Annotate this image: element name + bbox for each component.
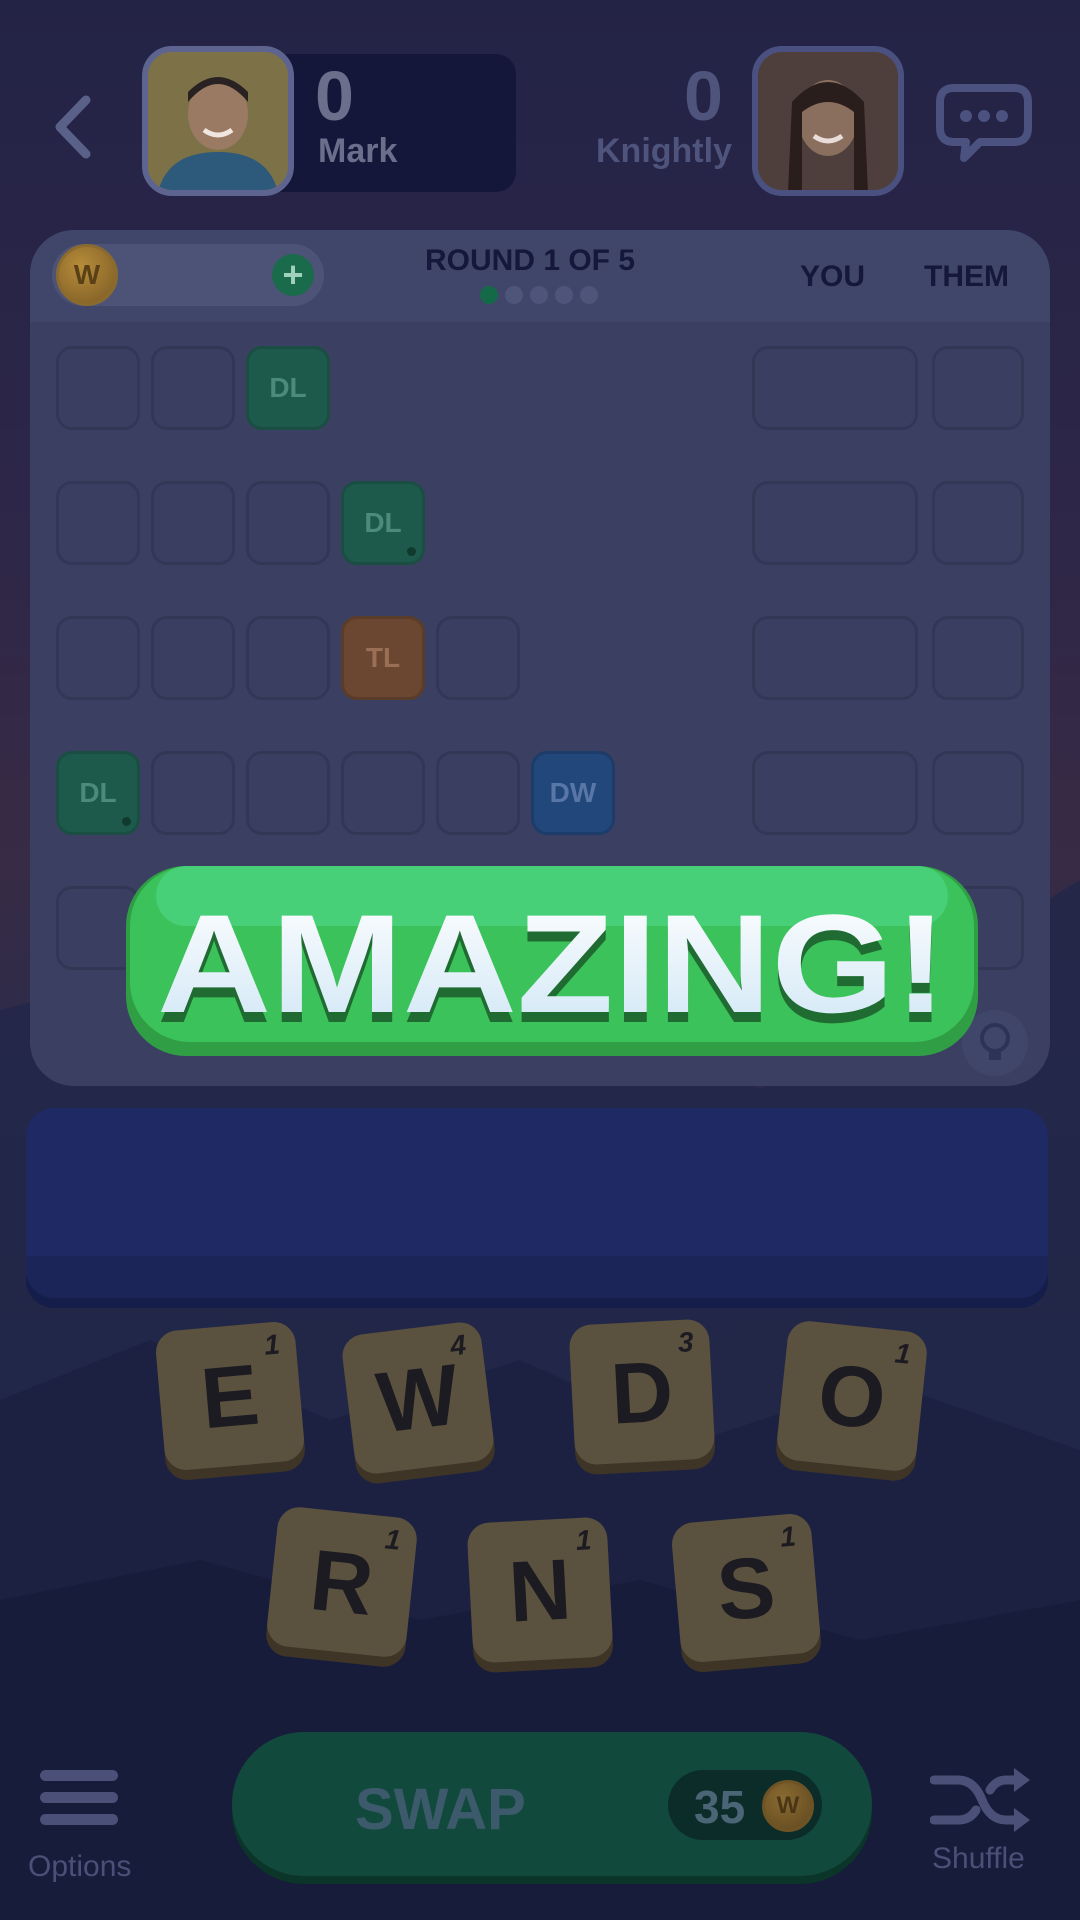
swap-cost: 35 <box>694 1781 746 1833</box>
my-score: 0 <box>315 57 354 135</box>
round-dot <box>580 286 598 304</box>
board-cell <box>341 751 425 835</box>
column-them: THEM <box>924 260 1009 293</box>
row-score-them <box>932 481 1024 565</box>
row-score-you <box>752 751 918 835</box>
letter-tile[interactable]: O1 <box>775 1319 929 1473</box>
board-cell <box>436 616 520 700</box>
tile-points: 1 <box>575 1524 593 1557</box>
options-button[interactable]: Options <box>28 1850 131 1884</box>
cell-bonus-label: DW <box>549 777 597 808</box>
board-cell <box>151 751 235 835</box>
board-cell <box>246 751 330 835</box>
word-tray-base <box>26 1256 1048 1298</box>
cell-bonus-label: TL <box>365 642 401 673</box>
tile-letter: O <box>813 1345 891 1449</box>
cell-bonus-label: DL <box>269 372 307 403</box>
board-cell: DL <box>246 346 330 430</box>
tile-points: 4 <box>448 1328 468 1362</box>
board-cell <box>246 481 330 565</box>
board-cell <box>151 346 235 430</box>
letter-tile[interactable]: W4 <box>339 1319 497 1477</box>
menu-icon[interactable] <box>40 1770 118 1830</box>
chat-button[interactable] <box>934 82 1034 166</box>
board-cell <box>246 616 330 700</box>
letter-tile[interactable]: E1 <box>154 1320 306 1472</box>
round-progress-dots <box>480 286 605 306</box>
banner-text: AMAZING! <box>157 885 947 1042</box>
back-button[interactable] <box>48 92 98 162</box>
row-score-them <box>932 616 1024 700</box>
tile-points: 1 <box>262 1328 282 1361</box>
tile-letter: E <box>197 1346 263 1448</box>
round-dot <box>555 286 573 304</box>
add-coins-button[interactable]: + <box>272 254 314 296</box>
board-cell <box>56 616 140 700</box>
round-dot <box>530 286 548 304</box>
letter-tile[interactable]: D3 <box>568 1318 716 1466</box>
swap-label: SWAP <box>355 1777 526 1842</box>
tile-points: 1 <box>383 1523 403 1556</box>
round-label: ROUND 1 OF 5 <box>424 244 636 277</box>
tile-points: 3 <box>677 1326 695 1359</box>
shuffle-button[interactable]: Shuffle <box>932 1842 1025 1876</box>
my-name: Mark <box>318 132 398 170</box>
amazing-banner: AMAZING! AMAZING! <box>126 866 978 1056</box>
tile-points: 1 <box>893 1337 913 1370</box>
board-cell: DL <box>341 481 425 565</box>
board-cell <box>436 751 520 835</box>
letter-tile[interactable]: R1 <box>265 1505 419 1659</box>
row-score-you <box>752 346 918 430</box>
tile-points: 1 <box>778 1520 798 1553</box>
board-cell <box>151 616 235 700</box>
board-cell <box>56 481 140 565</box>
chevron-left-icon <box>55 95 91 159</box>
board-cell: DL <box>56 751 140 835</box>
coin-icon: W <box>762 1780 814 1832</box>
avatar-man-icon <box>148 52 288 190</box>
tile-letter: W <box>371 1346 465 1452</box>
tile-letter: N <box>506 1541 574 1641</box>
round-dot <box>505 286 523 304</box>
row-score-you <box>752 616 918 700</box>
board-cell: DW <box>531 751 615 835</box>
tile-letter: S <box>713 1538 779 1640</box>
letter-tile[interactable]: S1 <box>670 1512 822 1664</box>
cell-marker <box>122 817 131 826</box>
my-avatar[interactable] <box>142 46 294 196</box>
row-score-them <box>932 346 1024 430</box>
tile-letter: R <box>305 1532 378 1634</box>
coin-icon: W <box>56 244 118 306</box>
cell-marker <box>407 547 416 556</box>
board-cell: TL <box>341 616 425 700</box>
opponent-name: Knightly <box>596 132 732 170</box>
tile-letter: D <box>608 1343 676 1443</box>
avatar-woman-icon <box>758 52 898 190</box>
column-you: YOU <box>800 260 866 293</box>
letter-tile[interactable]: N1 <box>466 1516 614 1664</box>
opponent-score: 0 <box>684 57 723 135</box>
chat-bubble-icon <box>936 84 1032 162</box>
row-score-them <box>932 751 1024 835</box>
board-cell <box>56 346 140 430</box>
shuffle-icon[interactable] <box>929 1764 1034 1836</box>
opponent-avatar[interactable] <box>752 46 904 196</box>
cell-bonus-label: DL <box>79 777 117 808</box>
round-dot <box>480 286 498 304</box>
row-score-you <box>752 481 918 565</box>
cell-bonus-label: DL <box>364 507 402 538</box>
board-cell <box>151 481 235 565</box>
